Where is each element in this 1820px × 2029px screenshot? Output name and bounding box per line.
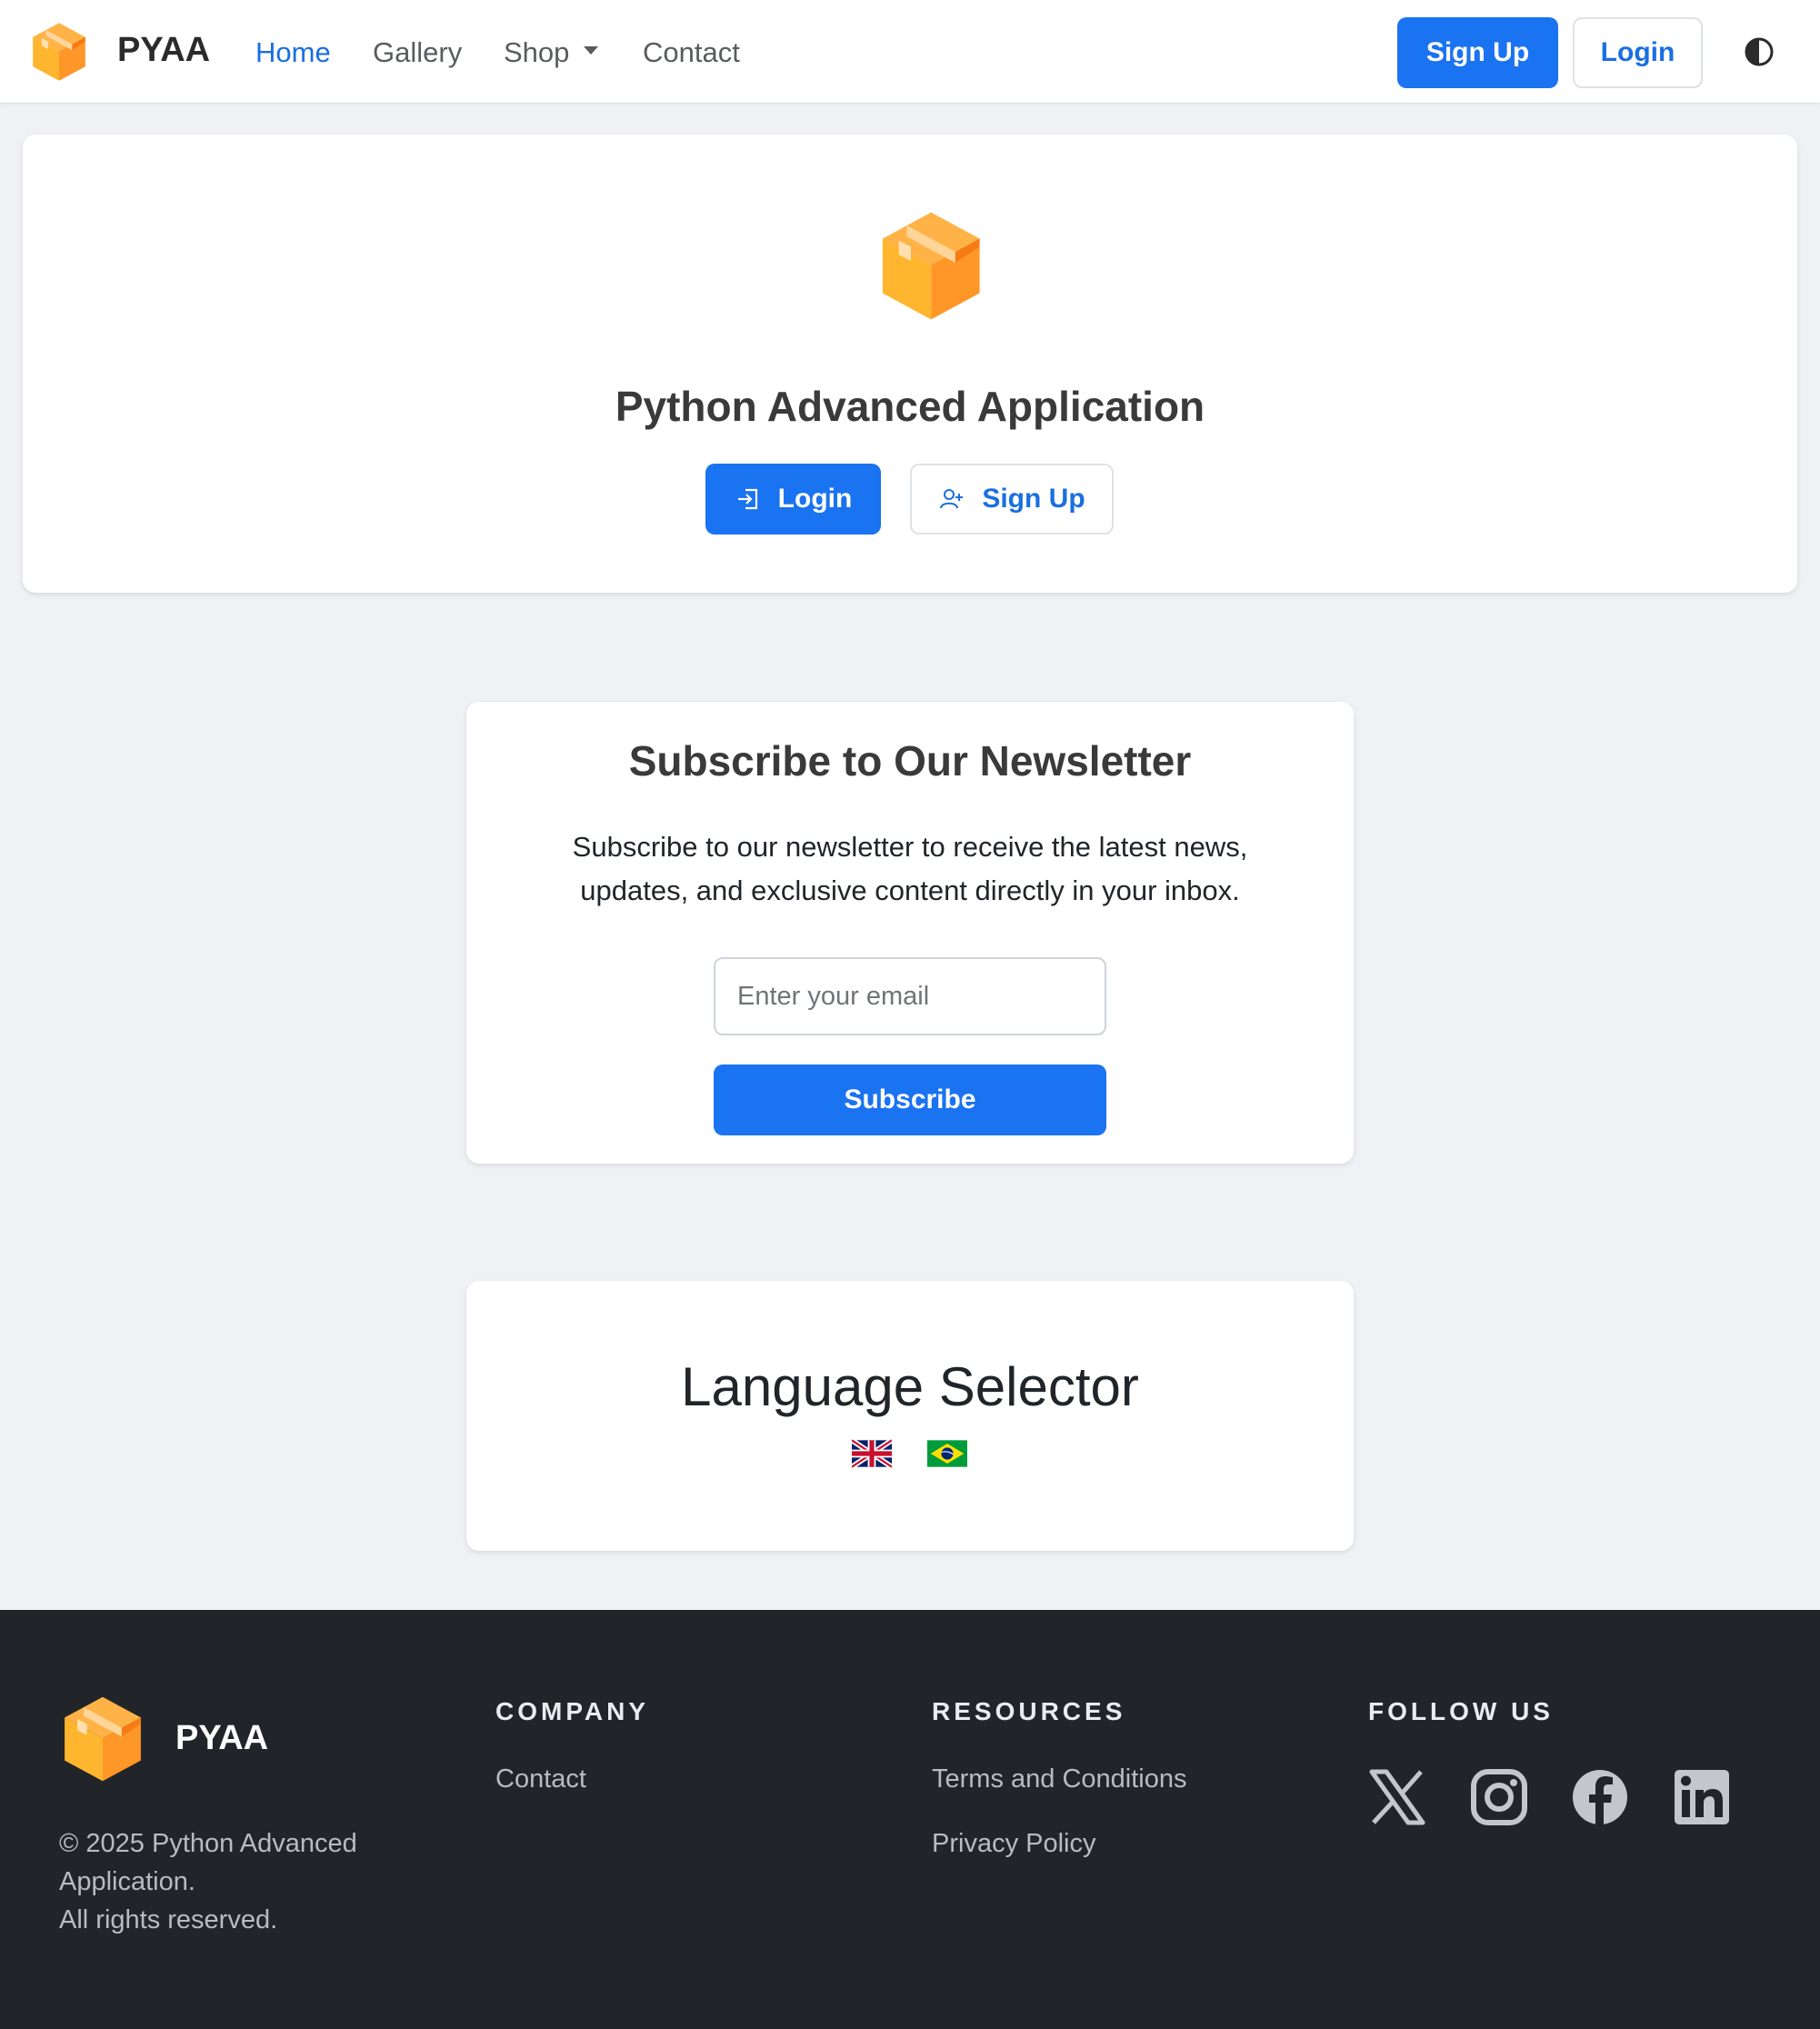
language-card: Language Selector bbox=[466, 1281, 1354, 1551]
box-logo-icon[interactable] bbox=[31, 22, 87, 82]
login-icon bbox=[737, 488, 757, 510]
nav-signup-button[interactable]: Sign Up bbox=[1397, 17, 1558, 88]
instagram-icon[interactable] bbox=[1470, 1768, 1528, 1826]
resources-heading: RESOURCES bbox=[932, 1697, 1126, 1725]
facebook-icon[interactable] bbox=[1571, 1768, 1629, 1826]
nav-shop-label: Shop bbox=[504, 36, 570, 68]
newsletter-description: Subscribe to our newsletter to receive t… bbox=[539, 825, 1281, 913]
footer-brand: PYAA bbox=[175, 1719, 269, 1757]
copyright-line-1: © 2025 Python Advanced bbox=[59, 1829, 357, 1858]
copyright: © 2025 Python Advanced Application. All … bbox=[59, 1824, 423, 1939]
subscribe-button[interactable]: Subscribe bbox=[714, 1064, 1106, 1135]
hero-login-label: Login bbox=[777, 484, 853, 514]
newsletter-line-2: updates, and exclusive content directly … bbox=[580, 875, 1240, 906]
newsletter-card: Subscribe to Our Newsletter Subscribe to… bbox=[466, 702, 1354, 1164]
nav-shop-dropdown[interactable]: Shop bbox=[504, 36, 599, 69]
newsletter-title: Subscribe to Our Newsletter bbox=[628, 737, 1192, 785]
uk-flag-icon[interactable] bbox=[852, 1439, 892, 1468]
newsletter-line-1: Subscribe to our newsletter to receive t… bbox=[572, 831, 1248, 863]
footer: PYAA © 2025 Python Advanced Application.… bbox=[0, 1610, 1820, 2029]
subscribe-label: Subscribe bbox=[844, 1084, 976, 1114]
caret-down-icon bbox=[584, 46, 599, 55]
privacy-link[interactable]: Privacy Policy bbox=[932, 1829, 1096, 1859]
hero-login-button[interactable]: Login bbox=[705, 464, 881, 535]
brand-name[interactable]: PYAA bbox=[117, 31, 210, 70]
nav-home[interactable]: Home bbox=[255, 36, 331, 69]
theme-toggle-icon[interactable] bbox=[1744, 36, 1775, 67]
hero-signup-button[interactable]: Sign Up bbox=[910, 464, 1114, 535]
x-icon[interactable] bbox=[1368, 1768, 1426, 1826]
hero-signup-label: Sign Up bbox=[982, 484, 1085, 514]
brazil-flag-icon[interactable] bbox=[927, 1439, 967, 1468]
navbar: PYAA Home Gallery Shop Contact Sign Up L… bbox=[0, 0, 1820, 104]
follow-heading: FOLLOW US bbox=[1368, 1697, 1554, 1725]
add-user-icon bbox=[940, 489, 964, 509]
nav-gallery[interactable]: Gallery bbox=[373, 36, 462, 69]
copyright-line-3: All rights reserved. bbox=[59, 1905, 278, 1934]
box-logo-icon bbox=[882, 212, 980, 320]
email-input[interactable] bbox=[714, 957, 1106, 1035]
company-heading: COMPANY bbox=[495, 1697, 650, 1725]
linkedin-icon[interactable] bbox=[1673, 1768, 1731, 1826]
nav-contact[interactable]: Contact bbox=[643, 36, 740, 69]
copyright-line-2: Application. bbox=[59, 1867, 195, 1896]
nav-login-label: Login bbox=[1600, 37, 1675, 67]
language-title: Language Selector bbox=[681, 1356, 1139, 1417]
nav-login-button[interactable]: Login bbox=[1573, 17, 1703, 88]
hero-title: Python Advanced Application bbox=[615, 383, 1205, 430]
footer-contact-link[interactable]: Contact bbox=[495, 1764, 586, 1794]
box-logo-icon bbox=[62, 1695, 144, 1783]
nav-signup-label: Sign Up bbox=[1425, 37, 1530, 67]
terms-link[interactable]: Terms and Conditions bbox=[932, 1764, 1186, 1794]
